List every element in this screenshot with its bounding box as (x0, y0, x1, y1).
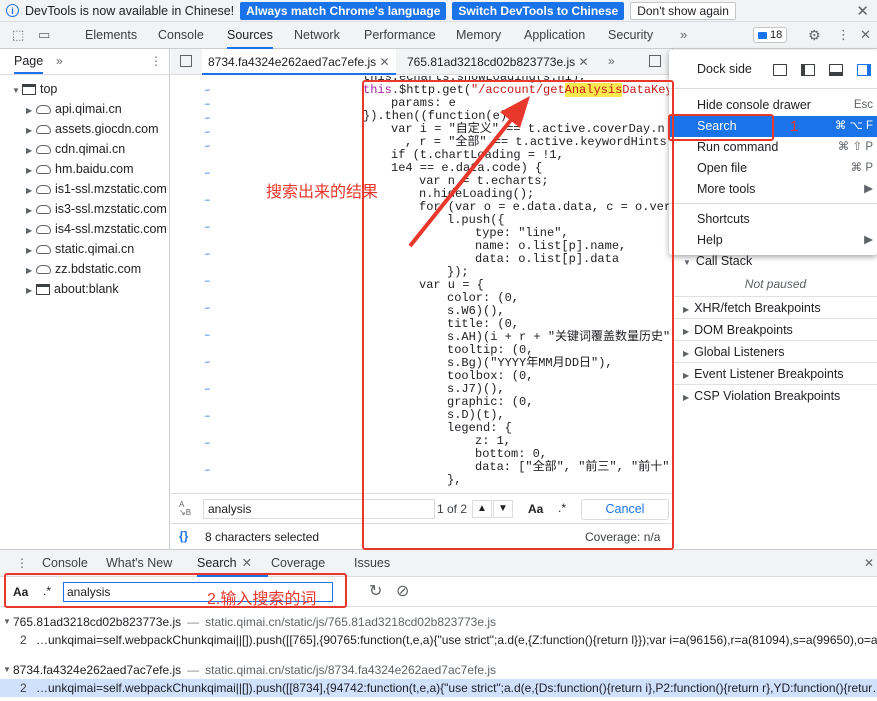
annotation-arrow-shaft (408, 113, 517, 248)
annotation-arrow (408, 96, 530, 248)
annotation-arrow-head (500, 96, 530, 128)
